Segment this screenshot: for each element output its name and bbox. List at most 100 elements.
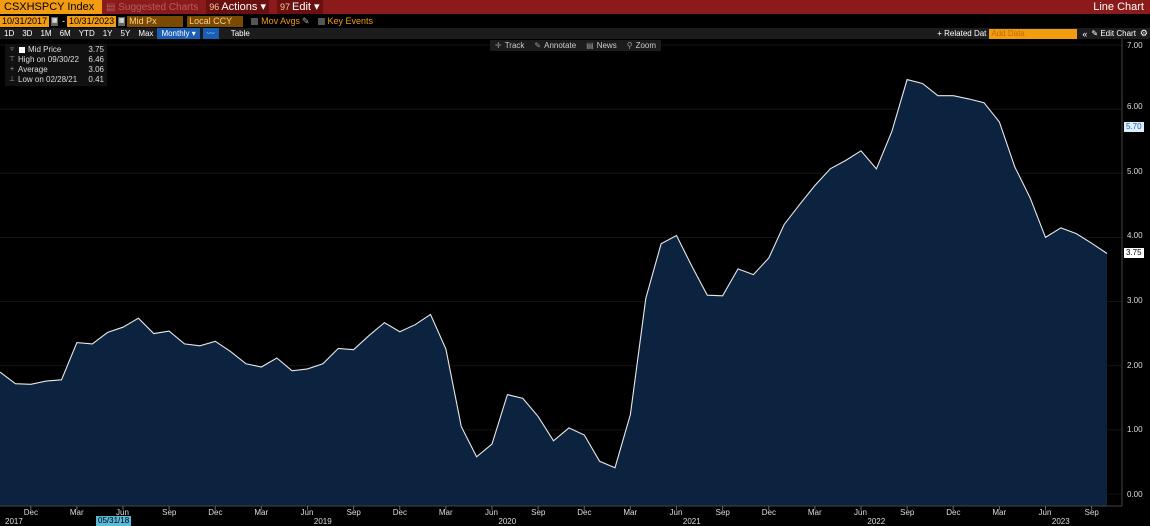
- x-month-label: Mar: [623, 508, 638, 517]
- range-row-right: + Related Dat Add Data « ✎ Edit Chart ⚙: [937, 28, 1150, 39]
- legend-mid-row[interactable]: ▿ Mid Price 3.75: [8, 45, 104, 55]
- chart-type-title: Line Chart: [1093, 1, 1144, 13]
- related-data-label: Related Dat: [944, 29, 987, 38]
- y-tick-label: 3.00: [1127, 296, 1143, 305]
- news-label: News: [596, 41, 617, 50]
- mov-avgs-checkbox[interactable]: [251, 17, 259, 25]
- magnifier-icon: ⚲: [626, 41, 633, 50]
- end-date-field[interactable]: 10/31/2023: [67, 15, 117, 27]
- legend-average-label: Average: [18, 65, 48, 74]
- legend-average-value: 3.06: [88, 65, 104, 74]
- series-swatch: [19, 47, 25, 53]
- last-price-tag: 3.75: [1124, 248, 1144, 258]
- y-marker-tag: 5.70: [1124, 122, 1144, 132]
- collapse-arrows-icon[interactable]: «: [1082, 29, 1087, 39]
- track-label: Track: [504, 41, 525, 50]
- pencil-icon: ✎: [534, 41, 542, 50]
- mov-avgs-label: Mov Avgs: [261, 16, 300, 26]
- y-tick-label: 4.00: [1127, 231, 1143, 240]
- x-month-label: Mar: [807, 508, 822, 517]
- x-month-label: Jun: [854, 508, 867, 517]
- x-month-label: Jun: [485, 508, 498, 517]
- range-6m-button[interactable]: 6M: [56, 28, 75, 39]
- related-data-button[interactable]: + Related Dat: [937, 29, 986, 38]
- table-button[interactable]: Table: [227, 28, 254, 39]
- legend-mid-label: Mid Price: [28, 45, 62, 54]
- y-tick-label: 5.00: [1127, 167, 1143, 176]
- x-year-label: 2019: [313, 517, 332, 526]
- caret-down-icon: ▾: [260, 1, 266, 13]
- x-month-label: Mar: [992, 508, 1007, 517]
- y-tick-label: 2.00: [1127, 361, 1143, 370]
- edit-shortcut: 97: [279, 2, 290, 12]
- actions-shortcut: 96: [209, 2, 220, 12]
- key-events-checkbox[interactable]: [317, 17, 325, 25]
- ticker-input[interactable]: CSXHSPCY Index: [0, 0, 102, 14]
- series-area: [0, 79, 1107, 506]
- x-month-label: Dec: [23, 508, 38, 517]
- x-month-label: Dec: [392, 508, 407, 517]
- zoom-button[interactable]: ⚲ Zoom: [622, 41, 661, 50]
- range-3d-button[interactable]: 3D: [18, 28, 36, 39]
- add-data-input[interactable]: Add Data: [989, 28, 1078, 39]
- pencil-icon: ✎: [1091, 29, 1101, 38]
- range-max-button[interactable]: Max: [134, 28, 157, 39]
- crosshair-date-tag: 05/31/18: [96, 516, 132, 526]
- range-1d-button[interactable]: 1D: [0, 28, 18, 39]
- toggle-icon[interactable]: ▿: [8, 45, 16, 55]
- start-date-field[interactable]: 10/31/2017: [0, 15, 50, 27]
- zoom-label: Zoom: [635, 41, 657, 50]
- x-month-label: Dec: [946, 508, 961, 517]
- news-button[interactable]: ▤ News: [581, 41, 622, 50]
- x-ticks: [30, 506, 1093, 510]
- edit-chart-label: Edit Chart: [1100, 29, 1136, 38]
- x-month-label: Sep: [346, 508, 361, 517]
- x-year-label: 2021: [682, 517, 701, 526]
- legend-mid-value: 3.75: [88, 45, 104, 54]
- actions-label: Actions: [221, 1, 258, 13]
- calendar-icon[interactable]: ▦: [118, 16, 126, 26]
- news-icon: ▤: [586, 41, 594, 50]
- legend-panel: ▿ Mid Price 3.75 ⊤ High on 09/30/22 6.46 +…: [5, 44, 107, 86]
- y-tick-label: 0.00: [1127, 490, 1143, 499]
- legend-high-label: High on 09/30/22: [18, 55, 79, 64]
- legend-high-row: ⊤ High on 09/30/22 6.46: [8, 55, 104, 65]
- key-events-label: Key Events: [327, 16, 374, 26]
- period-select[interactable]: Monthly ▾: [157, 28, 200, 39]
- legend-low-row: ⊥ Low on 02/28/21 0.41: [8, 75, 104, 85]
- range-5y-button[interactable]: 5Y: [117, 28, 135, 39]
- field-select[interactable]: Mid Px: [127, 15, 184, 27]
- pencil-icon[interactable]: ✎: [302, 16, 310, 27]
- edit-chart-button[interactable]: ✎ Edit Chart: [1091, 29, 1136, 38]
- legend-average-row: + Average 3.06: [8, 65, 104, 75]
- gear-icon[interactable]: ⚙: [1140, 28, 1148, 39]
- calendar-icon[interactable]: ▦: [51, 16, 59, 26]
- x-year-label: 2023: [1051, 517, 1070, 526]
- range-ytd-button[interactable]: YTD: [75, 28, 99, 39]
- chart-style-icon[interactable]: 〰: [202, 28, 219, 39]
- y-tick-label: 6.00: [1127, 102, 1143, 111]
- edit-label: Edit: [292, 1, 311, 13]
- x-month-label: Dec: [577, 508, 592, 517]
- track-button[interactable]: ✛ Track: [490, 41, 529, 50]
- actions-menu[interactable]: 96 Actions ▾: [206, 0, 269, 14]
- legend-low-value: 0.41: [88, 75, 104, 84]
- chart-tools: ✛ Track ✎ Annotate ▤ News ⚲ Zoom: [490, 40, 662, 51]
- legend-high-value: 6.46: [88, 55, 104, 64]
- crosshair-icon: ✛: [495, 41, 502, 50]
- range-1y-button[interactable]: 1Y: [99, 28, 117, 39]
- date-separator: -: [62, 16, 66, 26]
- price-chart[interactable]: [0, 39, 1150, 526]
- annotate-button[interactable]: ✎ Annotate: [529, 41, 581, 50]
- period-label: Monthly: [161, 29, 190, 38]
- average-marker-icon: +: [9, 66, 15, 73]
- legend-low-label: Low on 02/28/21: [18, 75, 78, 84]
- x-month-label: Mar: [438, 508, 453, 517]
- currency-select[interactable]: Local CCY: [187, 15, 244, 27]
- caret-down-icon: ▾: [314, 1, 320, 13]
- range-1m-button[interactable]: 1M: [36, 28, 55, 39]
- suggested-charts-button[interactable]: ▤ Suggested Charts: [106, 2, 198, 13]
- y-tick-label: 1.00: [1127, 425, 1143, 434]
- edit-menu[interactable]: 97 Edit ▾: [276, 0, 323, 14]
- x-month-label: Mar: [69, 508, 84, 517]
